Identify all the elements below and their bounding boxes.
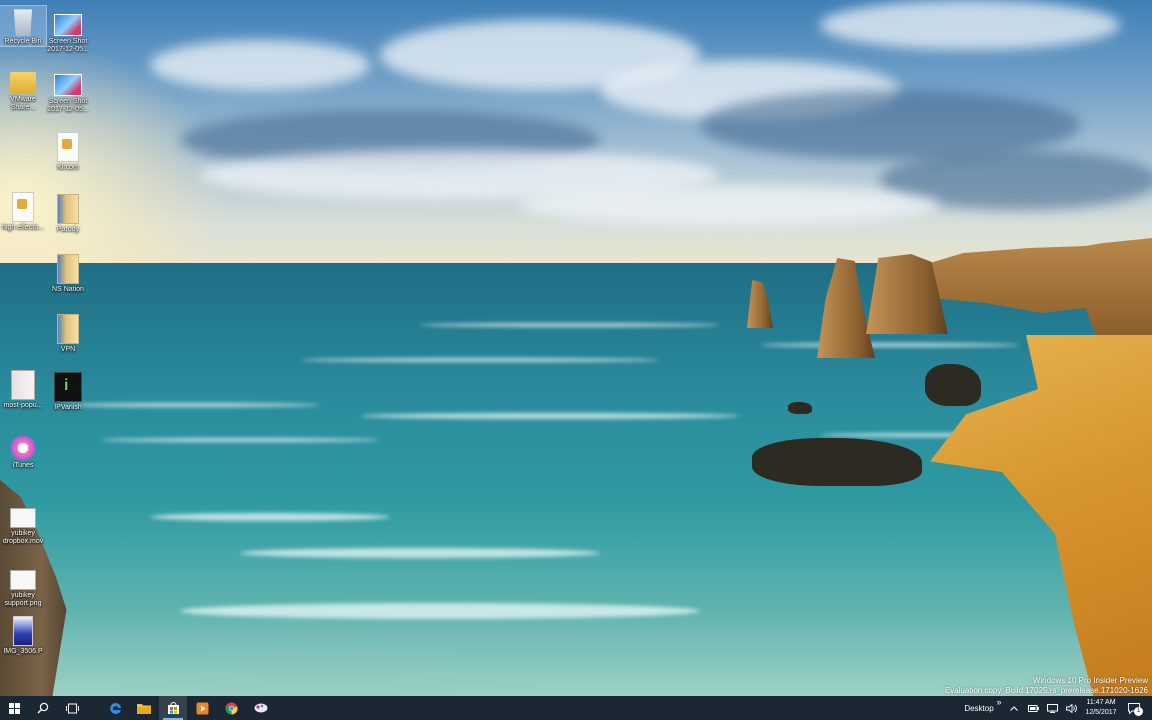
battery-icon	[1027, 704, 1039, 712]
archive-icon	[57, 314, 79, 344]
app-button[interactable]	[246, 696, 274, 720]
clock-date: 12/5/2017	[1085, 709, 1117, 716]
network-button[interactable]	[1045, 696, 1059, 720]
windows-logo-icon	[8, 702, 20, 714]
icon-label: IMG_3506.P	[3, 648, 43, 655]
network-icon	[1046, 703, 1058, 713]
wallpaper-sea	[0, 263, 1152, 696]
search-button[interactable]	[29, 696, 57, 720]
image-file-icon	[10, 570, 36, 590]
image-file-icon	[13, 616, 33, 646]
desktop-file-screenshot-1[interactable]: Screen Shot 2017-12-05...	[45, 8, 91, 54]
desktop-file-screenshot-2[interactable]: Screen Shot 2017-12-05...	[45, 68, 91, 114]
icon-label: high effecto...	[2, 224, 44, 231]
watermark-line-2: Evaluation copy. Build 17025.rs_prerelea…	[944, 686, 1148, 695]
desktop-folder-vmware[interactable]: VMware Share...	[0, 66, 46, 112]
volume-icon	[1065, 703, 1077, 713]
volume-button[interactable]	[1064, 696, 1078, 720]
search-icon	[37, 702, 49, 714]
edge-icon	[109, 702, 121, 714]
app-icon	[254, 703, 267, 713]
screenshot-file-icon	[54, 74, 82, 96]
desktop-file-kircom[interactable]: Kircom	[45, 130, 91, 172]
desktop-file-vpn[interactable]: VPN	[45, 312, 91, 354]
edge-button[interactable]	[101, 696, 129, 720]
notification-count-badge: 1	[1134, 707, 1143, 716]
clock-time: 11:47 AM	[1086, 699, 1116, 706]
screenshot-file-icon	[54, 14, 82, 36]
media-player-icon	[196, 702, 208, 714]
ipvanish-icon	[54, 372, 82, 402]
icon-label: NS Nation	[52, 286, 84, 293]
battery-button[interactable]	[1026, 696, 1040, 720]
chrome-icon	[224, 702, 238, 715]
icon-label: iTunes	[12, 462, 34, 469]
task-view-icon	[65, 703, 79, 713]
chrome-button[interactable]	[217, 696, 245, 720]
desktop-file-ns-nation[interactable]: NS Nation	[45, 252, 91, 294]
desktop-file-yubikey-png[interactable]: yubikey support.png	[0, 562, 46, 608]
windows-watermark: Windows 10 Pro Insider Preview Evaluatio…	[945, 676, 1148, 696]
icon-label: VPN	[60, 346, 76, 353]
file-explorer-button[interactable]	[130, 696, 158, 720]
start-button[interactable]	[0, 696, 28, 720]
icon-label: most-popu...	[3, 402, 43, 409]
desktop-file-most-popular[interactable]: most-popu...	[0, 368, 46, 410]
taskbar: Desktop » 11:47 AM 12/5/2017 1	[0, 696, 1152, 720]
shared-folder-icon	[10, 72, 36, 94]
show-hidden-icons-button[interactable]	[1008, 696, 1020, 720]
desktop-shortcut-ipvanish[interactable]: IPVanish	[45, 370, 91, 412]
icon-label: IPVanish	[54, 404, 82, 411]
document-icon	[12, 192, 34, 222]
task-view-button[interactable]	[58, 696, 86, 720]
icon-label: yubikey support.png	[4, 592, 42, 607]
icon-label: Recycle Bin	[4, 38, 42, 45]
action-center-button[interactable]: 1	[1124, 696, 1144, 720]
desktop-shortcut-itunes[interactable]: iTunes	[0, 434, 46, 470]
recycle-bin-icon	[13, 9, 33, 36]
desktop-toolbar-label: Desktop	[964, 703, 994, 713]
book-icon	[11, 370, 35, 400]
itunes-icon	[11, 436, 35, 460]
icon-label: Screen Shot 2017-12-05...	[47, 38, 89, 53]
icon-label: yubikey dropbox.mov	[2, 530, 44, 545]
desktop-file-yubikey-mov[interactable]: yubikey dropbox.mov	[0, 500, 46, 546]
desktop-toolbar-chevron[interactable]: »	[994, 690, 1004, 714]
store-icon	[167, 701, 179, 714]
document-icon	[57, 132, 79, 162]
desktop-toolbar[interactable]: Desktop	[962, 696, 996, 720]
icon-label: Parody	[56, 226, 80, 233]
desktop-file-img-3506[interactable]: IMG_3506.P	[0, 614, 46, 656]
video-file-icon	[10, 508, 36, 528]
chevron-icon: »	[996, 697, 1002, 707]
clock[interactable]: 11:47 AM 12/5/2017	[1081, 698, 1121, 718]
icon-label: Screen Shot 2017-12-05...	[47, 98, 89, 113]
store-button[interactable]	[159, 696, 187, 720]
wallpaper-sky	[0, 0, 1152, 265]
media-button[interactable]	[188, 696, 216, 720]
recycle-bin[interactable]: Recycle Bin	[0, 5, 47, 47]
icon-label: VMware Share...	[10, 96, 36, 111]
desktop-file-parody[interactable]: Parody	[45, 192, 91, 234]
chevron-up-icon	[1010, 705, 1018, 711]
archive-icon	[57, 194, 79, 224]
icon-label: Kircom	[57, 164, 79, 171]
folder-icon	[137, 703, 151, 714]
archive-icon	[57, 254, 79, 284]
desktop-file-high[interactable]: high effecto...	[0, 190, 46, 232]
watermark-line-1: Windows 10 Pro Insider Preview	[1032, 676, 1148, 685]
desktop[interactable]: Recycle Bin Screen Shot 2017-12-05... VM…	[0, 0, 1152, 696]
